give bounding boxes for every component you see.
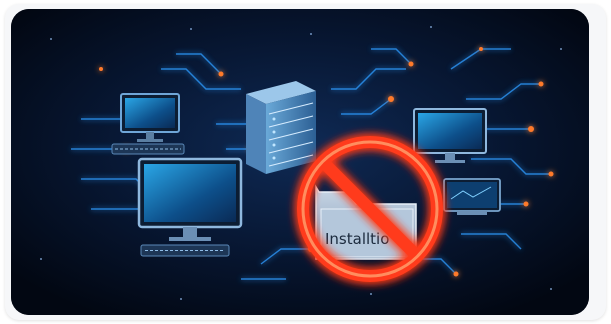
- folder-label: Installtio: [325, 230, 389, 248]
- monitor-icon: [443, 178, 501, 215]
- keyboard-icon: [111, 143, 185, 155]
- network-illustration: Installtio: [11, 9, 589, 315]
- server-rack-icon: [246, 81, 316, 174]
- keyboard-icon: [140, 244, 230, 257]
- illustration-card: Installtio: [11, 9, 589, 315]
